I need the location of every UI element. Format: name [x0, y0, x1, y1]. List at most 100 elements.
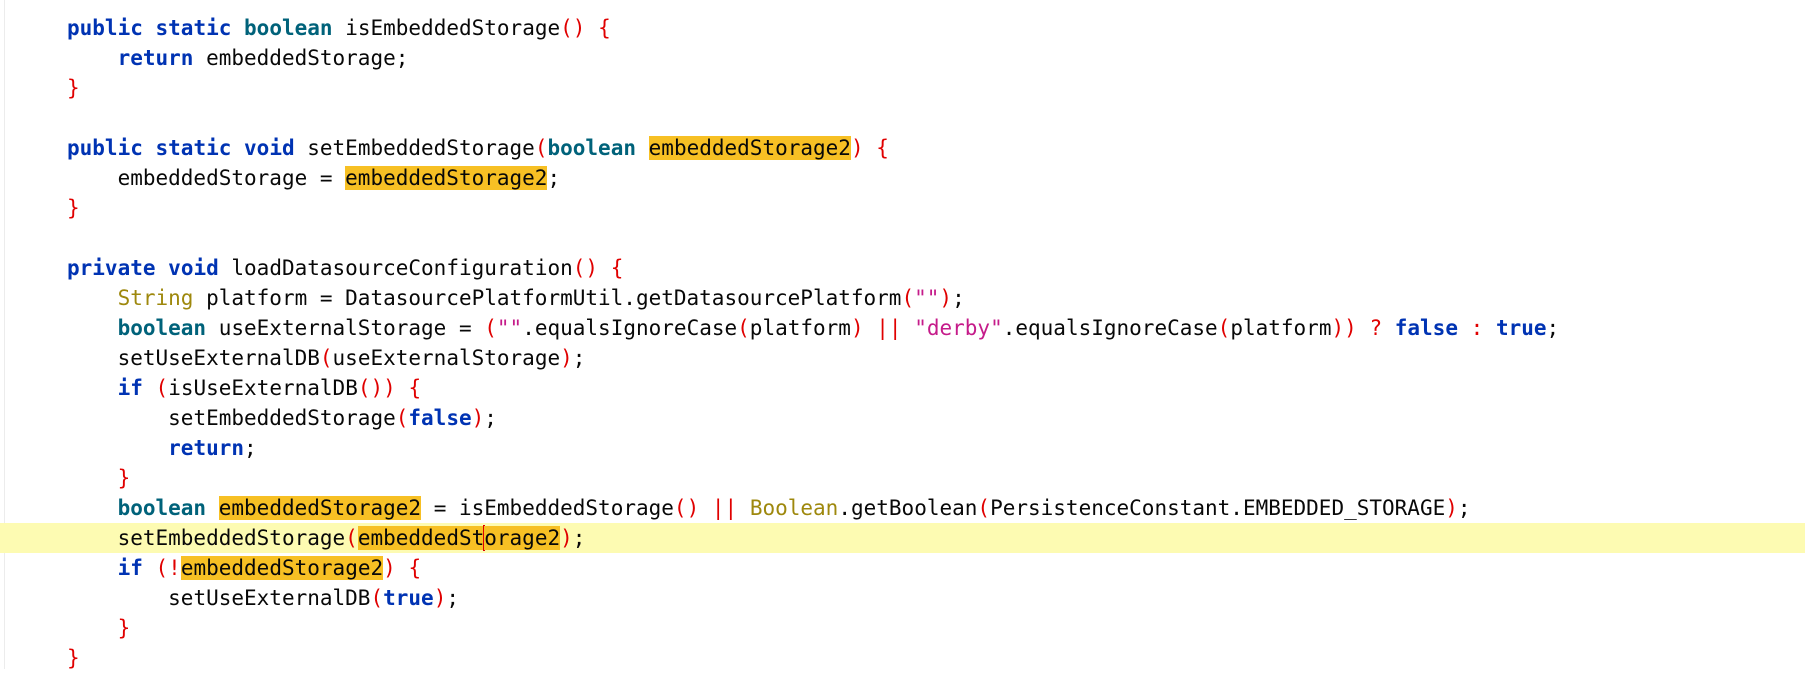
code-line[interactable]: } — [0, 463, 1805, 493]
code-token: ; — [446, 586, 459, 610]
code-line[interactable]: private void loadDatasourceConfiguration… — [0, 253, 1805, 283]
code-line[interactable]: setUseExternalDB(true); — [0, 583, 1805, 613]
code-line[interactable]: embeddedStorage = embeddedStorage2; — [0, 163, 1805, 193]
code-token: setUseExternalDB — [168, 586, 371, 610]
code-token: ) — [560, 526, 573, 550]
code-line[interactable]: boolean useExternalStorage = ("".equalsI… — [0, 313, 1805, 343]
code-token: ) — [471, 406, 485, 430]
code-token: ( — [901, 286, 915, 310]
code-token: ; — [952, 286, 965, 310]
code-line[interactable]: if (!embeddedStorage2) { — [0, 553, 1805, 583]
code-line[interactable] — [0, 103, 1805, 133]
code-line[interactable]: boolean embeddedStorage2 = isEmbeddedSto… — [0, 493, 1805, 523]
code-line[interactable]: String platform = DatasourcePlatformUtil… — [0, 283, 1805, 313]
code-token: private — [67, 256, 156, 280]
code-line[interactable]: } — [0, 613, 1805, 643]
code-line[interactable] — [0, 223, 1805, 253]
highlighted-token: embeddedStorage2 — [345, 166, 548, 190]
code-token: .getBoolean — [838, 496, 978, 520]
code-token: return — [168, 436, 245, 460]
code-token: public — [67, 16, 143, 40]
highlighted-token: embeddedStorage2 — [648, 136, 851, 160]
code-line[interactable]: public static boolean isEmbeddedStorage(… — [0, 13, 1805, 43]
code-token: ( — [155, 376, 169, 400]
code-token: ( — [395, 406, 409, 430]
code-line[interactable]: if (isUseExternalDB()) { — [0, 373, 1805, 403]
code-area[interactable]: public static boolean isEmbeddedStorage(… — [0, 13, 1805, 673]
code-token: platform = DatasourcePlatformUtil.getDat… — [193, 286, 902, 310]
code-line[interactable]: } — [0, 73, 1805, 103]
code-token: Boolean — [749, 496, 839, 520]
code-token: ; — [1457, 496, 1471, 520]
code-editor[interactable]: public static boolean isEmbeddedStorage(… — [0, 0, 1805, 670]
code-line[interactable]: public static void setEmbeddedStorage(bo… — [0, 133, 1805, 163]
code-token: ( — [484, 316, 497, 340]
code-line[interactable]: setUseExternalDB(useExternalStorage); — [0, 343, 1805, 373]
code-token: ? — [1369, 316, 1383, 340]
code-line-current[interactable]: setEmbeddedStorage(embeddedStorage2); — [0, 523, 1805, 553]
code-token: return — [117, 46, 194, 70]
code-token: false — [1394, 316, 1458, 340]
code-token: boolean — [117, 316, 207, 340]
code-line[interactable]: } — [0, 193, 1805, 223]
code-line[interactable]: return; — [0, 433, 1805, 463]
code-line[interactable]: return embeddedStorage; — [0, 43, 1805, 73]
code-token: } — [67, 76, 80, 100]
code-token: } — [67, 196, 80, 220]
code-token: if — [117, 376, 143, 400]
code-line[interactable]: setEmbeddedStorage(false); — [0, 403, 1805, 433]
code-token: .equalsIgnoreCase — [522, 316, 738, 340]
code-token: if — [117, 556, 143, 580]
code-token: String — [117, 286, 194, 310]
code-token: { — [876, 136, 889, 160]
code-token: ) — [1445, 496, 1458, 520]
code-token: true — [383, 586, 434, 610]
code-token: platform — [749, 316, 851, 340]
code-token: || — [711, 496, 738, 520]
code-token: ; — [572, 346, 586, 370]
highlighted-token: embeddedSt — [357, 526, 485, 550]
code-token: "" — [496, 316, 523, 340]
code-token: { — [408, 376, 422, 400]
code-token: useExternalStorage = — [206, 316, 485, 340]
code-token: setEmbeddedStorage — [168, 406, 396, 430]
code-token: ( — [977, 496, 991, 520]
code-token: () — [673, 496, 700, 520]
code-token: ; — [547, 166, 561, 190]
code-token: } — [117, 466, 131, 490]
code-token: boolean — [547, 136, 636, 160]
code-token: ) — [850, 316, 864, 340]
code-token: ; — [484, 406, 497, 430]
code-token: void — [244, 136, 295, 160]
code-token: (! — [155, 556, 181, 580]
code-token: platform — [1230, 316, 1332, 340]
code-token: "derby" — [914, 316, 1003, 340]
highlighted-token: embeddedStorage2 — [180, 556, 384, 580]
code-token: || — [876, 316, 902, 340]
code-token: void — [168, 256, 219, 280]
code-token: loadDatasourceConfiguration — [218, 256, 573, 280]
code-token: setUseExternalDB — [117, 346, 320, 370]
code-token: )) — [1331, 316, 1357, 340]
code-token: public — [67, 136, 143, 160]
